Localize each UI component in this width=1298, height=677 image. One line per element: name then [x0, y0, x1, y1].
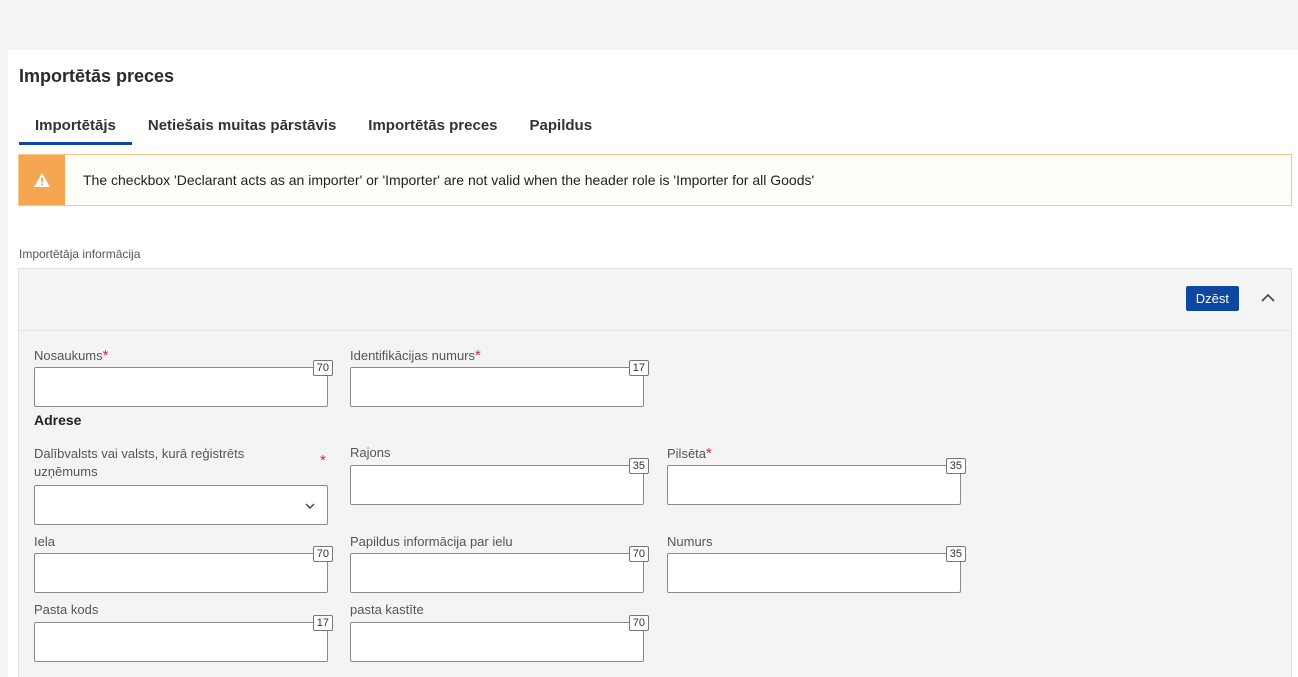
required-marker: * — [320, 452, 326, 469]
max-length-badge: 17 — [628, 360, 649, 376]
postcode-input[interactable]: 17 — [34, 615, 333, 662]
tab-indirect-representative[interactable]: Netiešais muitas pārstāvis — [132, 113, 352, 145]
district-label: Rajons — [350, 445, 391, 460]
tab-importer[interactable]: Importētājs — [19, 113, 132, 145]
district-input[interactable]: 35 — [350, 458, 649, 505]
pobox-input[interactable]: 70 — [350, 615, 649, 662]
street-input[interactable]: 70 — [34, 546, 333, 593]
importer-panel: Dzēst Nosaukums* 70 Identifikācijas numu… — [18, 268, 1292, 677]
required-marker: * — [706, 445, 712, 462]
required-marker: * — [475, 347, 481, 364]
max-length-badge: 70 — [312, 546, 333, 562]
id-number-input[interactable]: 17 — [350, 360, 649, 407]
country-label: Dalībvalsts vai valsts, kurā reģistrēts … — [34, 446, 245, 479]
id-number-label: Identifikācijas numurs* — [350, 347, 481, 364]
street-label: Iela — [34, 534, 55, 549]
tab-imported-goods[interactable]: Importētās preces — [352, 113, 513, 145]
country-select[interactable] — [34, 485, 328, 525]
warning-banner: The checkbox 'Declarant acts as an impor… — [18, 154, 1292, 206]
name-label: Nosaukums* — [34, 347, 109, 364]
address-heading: Adrese — [34, 412, 82, 428]
max-length-badge: 70 — [628, 615, 649, 631]
max-length-badge: 70 — [628, 546, 649, 562]
city-input[interactable]: 35 — [667, 458, 966, 505]
warning-triangle-icon — [34, 173, 50, 187]
street-extra-label: Papildus informācija par ielu — [350, 534, 513, 549]
max-length-badge: 70 — [312, 360, 333, 376]
pobox-label: pasta kastīte — [350, 602, 424, 617]
chevron-up-icon[interactable] — [1259, 291, 1277, 305]
page-content: Importētās preces Importētājs Netiešais … — [8, 50, 1298, 677]
delete-button[interactable]: Dzēst — [1185, 286, 1239, 311]
max-length-badge: 17 — [312, 615, 333, 631]
city-label: Pilsēta* — [667, 445, 712, 462]
name-input[interactable]: 70 — [34, 360, 333, 407]
number-input[interactable]: 35 — [667, 546, 966, 593]
postcode-label: Pasta kods — [34, 602, 99, 617]
max-length-badge: 35 — [945, 458, 966, 474]
section-label: Importētāja informācija — [19, 247, 141, 261]
warning-text: The checkbox 'Declarant acts as an impor… — [83, 172, 815, 188]
max-length-badge: 35 — [628, 458, 649, 474]
chevron-down-icon — [305, 503, 315, 509]
tab-additional[interactable]: Papildus — [514, 113, 609, 145]
tab-bar: Importētājs Netiešais muitas pārstāvis I… — [19, 113, 608, 145]
number-label: Numurs — [667, 534, 713, 549]
required-marker: * — [102, 347, 109, 364]
page-title: Importētās preces — [19, 66, 175, 86]
street-extra-input[interactable]: 70 — [350, 546, 649, 593]
panel-header: Dzēst — [19, 269, 1291, 331]
max-length-badge: 35 — [945, 546, 966, 562]
